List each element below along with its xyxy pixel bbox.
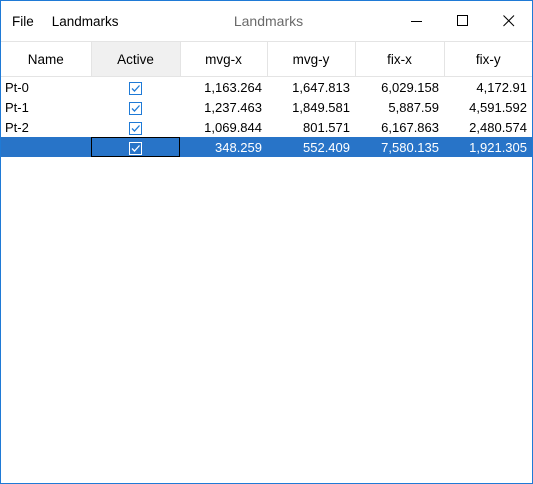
header-row: Name Active mvg-x mvg-y fix-x fix-y [1,41,532,77]
window-controls [394,1,532,41]
cell-mvg-x[interactable]: 348.259 [180,137,267,157]
table-row[interactable]: Pt-0 1,163.264 1,647.813 6,029.158 4,172… [1,77,532,98]
active-checkbox[interactable] [129,81,142,95]
minimize-icon [411,21,422,22]
column-header-mvg-x[interactable]: mvg-x [180,41,268,77]
table-row[interactable]: Pt-2 1,069.844 801.571 6,167.863 2,480.5… [1,117,532,137]
active-checkbox[interactable] [129,121,142,135]
cell-mvg-y[interactable]: 552.409 [267,137,355,157]
menu-file[interactable]: File [12,14,34,29]
checkmark-icon [131,124,140,132]
menu-bar: File Landmarks [1,14,137,29]
cell-name[interactable]: Pt-1 [1,97,91,117]
cell-mvg-x[interactable]: 1,069.844 [180,117,267,137]
cell-active[interactable] [91,77,180,98]
checkmark-icon [131,104,140,112]
cell-fix-y[interactable]: 1,921.305 [444,137,532,157]
cell-mvg-y[interactable]: 1,647.813 [267,77,355,98]
menu-landmarks[interactable]: Landmarks [52,14,119,29]
cell-active[interactable] [91,97,180,117]
cell-fix-y[interactable]: 4,591.592 [444,97,532,117]
cell-mvg-y[interactable]: 801.571 [267,117,355,137]
active-checkbox[interactable] [129,101,142,115]
cell-mvg-x[interactable]: 1,237.463 [180,97,267,117]
cell-active[interactable] [91,117,180,137]
close-icon [503,15,515,27]
landmarks-grid[interactable]: Name Active mvg-x mvg-y fix-x fix-y Pt-0 [1,41,532,483]
landmarks-table: Name Active mvg-x mvg-y fix-x fix-y Pt-0 [1,41,532,157]
table-row-selected[interactable]: 348.259 552.409 7,580.135 1,921.305 [1,137,532,157]
cell-name[interactable]: Pt-2 [1,117,91,137]
title-bar[interactable]: File Landmarks Landmarks [1,1,532,41]
column-header-fix-y[interactable]: fix-y [444,41,532,77]
minimize-button[interactable] [394,1,440,41]
column-header-mvg-y[interactable]: mvg-y [267,41,356,77]
column-header-fix-x[interactable]: fix-x [355,41,445,77]
cell-fix-y[interactable]: 4,172.91 [444,77,532,98]
cell-name[interactable]: Pt-0 [1,77,91,98]
checkmark-icon [131,84,140,92]
maximize-button[interactable] [440,1,486,41]
cell-fix-x[interactable]: 6,029.158 [355,77,444,98]
cell-fix-y[interactable]: 2,480.574 [444,117,532,137]
maximize-icon [457,15,468,26]
landmarks-window: File Landmarks Landmarks Name Active mvg… [0,0,533,484]
cell-mvg-x[interactable]: 1,163.264 [180,77,267,98]
cell-name[interactable] [1,137,91,157]
cell-fix-x[interactable]: 5,887.59 [355,97,444,117]
cell-fix-x[interactable]: 7,580.135 [355,137,444,157]
column-header-name[interactable]: Name [1,41,92,77]
checkmark-icon [131,144,140,152]
cell-fix-x[interactable]: 6,167.863 [355,117,444,137]
cell-mvg-y[interactable]: 1,849.581 [267,97,355,117]
close-button[interactable] [486,1,532,41]
table-row[interactable]: Pt-1 1,237.463 1,849.581 5,887.59 4,591.… [1,97,532,117]
column-header-active[interactable]: Active [91,41,181,77]
cell-active[interactable] [91,137,180,157]
active-checkbox[interactable] [129,141,142,155]
